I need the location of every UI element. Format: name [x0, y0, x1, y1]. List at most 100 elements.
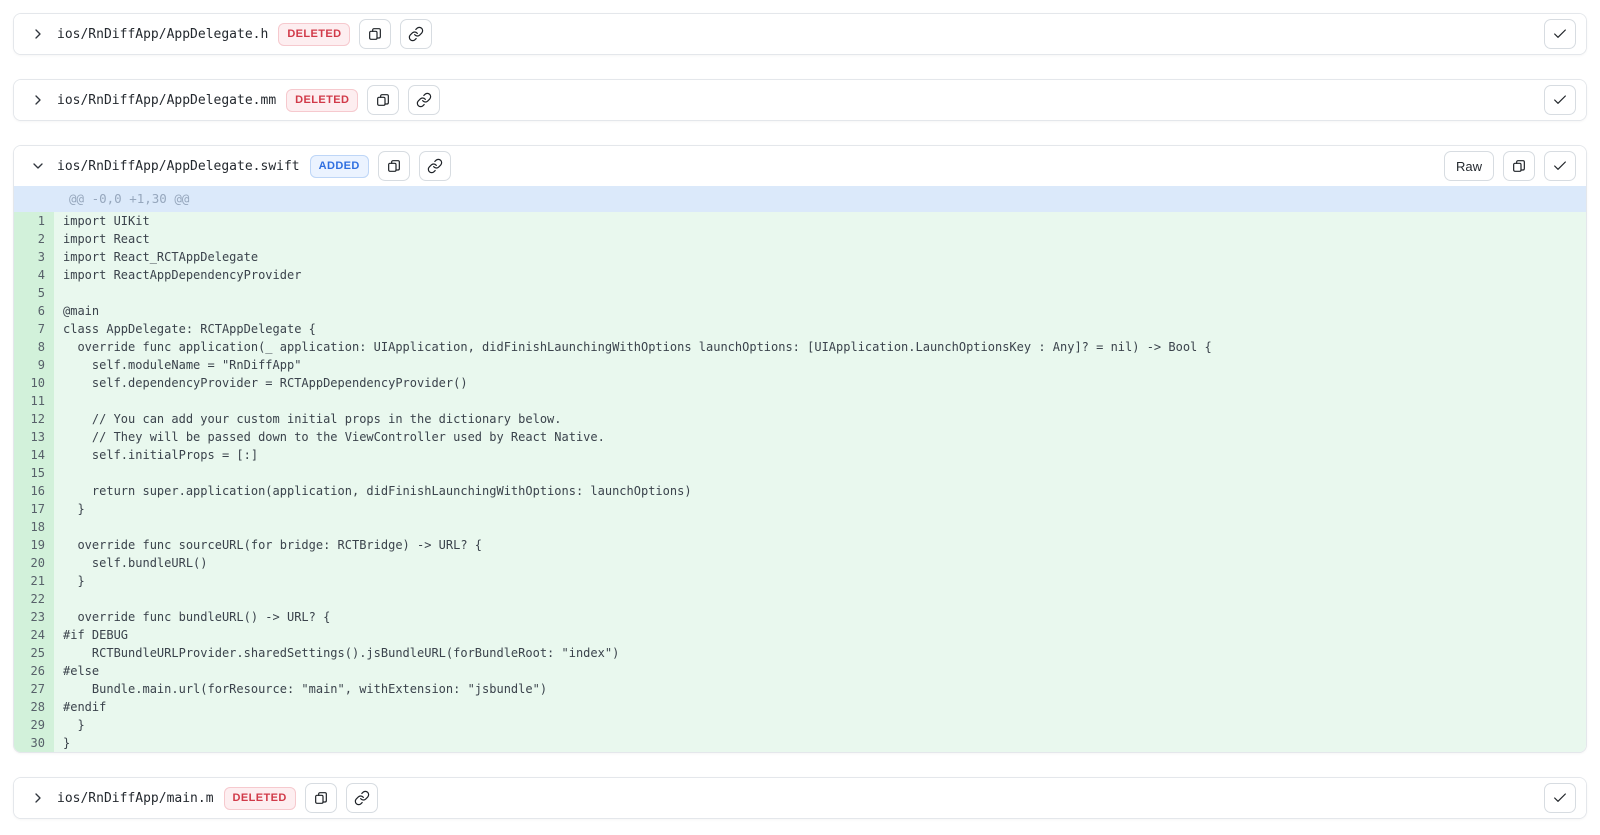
code-block: 1 import UIKit 2 import React 3 import R…: [14, 212, 1586, 752]
file-card: ios/RnDiffApp/AppDelegate.swift ADDED Ra…: [13, 145, 1587, 753]
copy-icon: [1511, 158, 1527, 174]
line-text: self.bundleURL(): [54, 554, 1586, 572]
file-status-badge: DELETED: [278, 23, 350, 46]
code-line: 18: [14, 518, 1586, 536]
line-text: [54, 590, 1586, 608]
line-number: 16: [14, 482, 54, 500]
file-path: ios/RnDiffApp/AppDelegate.h: [57, 27, 268, 42]
copy-path-button[interactable]: [359, 19, 391, 49]
chevron-right-icon[interactable]: [28, 24, 48, 44]
check-icon: [1552, 92, 1568, 108]
line-number: 7: [14, 320, 54, 338]
line-number: 29: [14, 716, 54, 734]
line-text: [54, 284, 1586, 302]
code-line: 13 // They will be passed down to the Vi…: [14, 428, 1586, 446]
line-number: 3: [14, 248, 54, 266]
code-line: 10 self.dependencyProvider = RCTAppDepen…: [14, 374, 1586, 392]
code-line: 27 Bundle.main.url(forResource: "main", …: [14, 680, 1586, 698]
line-number: 24: [14, 626, 54, 644]
file-card: ios/RnDiffApp/AppDelegate.h DELETED: [13, 13, 1587, 55]
line-text: }: [54, 734, 1586, 752]
code-line: 30 }: [14, 734, 1586, 752]
file-header: ios/RnDiffApp/main.m DELETED: [14, 778, 1586, 818]
check-icon: [1552, 26, 1568, 42]
chevron-right-icon[interactable]: [28, 90, 48, 110]
link-icon: [416, 92, 432, 108]
code-line: 2 import React: [14, 230, 1586, 248]
code-line: 21 }: [14, 572, 1586, 590]
code-line: 24 #if DEBUG: [14, 626, 1586, 644]
line-text: }: [54, 716, 1586, 734]
line-text: override func application(_ application:…: [54, 338, 1586, 356]
line-number: 8: [14, 338, 54, 356]
file-path: ios/RnDiffApp/AppDelegate.swift: [57, 159, 300, 174]
line-text: import UIKit: [54, 212, 1586, 230]
link-icon: [354, 790, 370, 806]
mark-complete-button[interactable]: [1544, 151, 1576, 181]
file-card: ios/RnDiffApp/main.m DELETED: [13, 777, 1587, 819]
mark-complete-button[interactable]: [1544, 19, 1576, 49]
check-icon: [1552, 158, 1568, 174]
line-number: 22: [14, 590, 54, 608]
mark-complete-button[interactable]: [1544, 85, 1576, 115]
line-number: 1: [14, 212, 54, 230]
link-button[interactable]: [400, 19, 432, 49]
code-line: 11: [14, 392, 1586, 410]
line-text: return super.application(application, di…: [54, 482, 1586, 500]
link-button[interactable]: [346, 783, 378, 813]
file-header: ios/RnDiffApp/AppDelegate.mm DELETED: [14, 80, 1586, 120]
code-line: 16 return super.application(application,…: [14, 482, 1586, 500]
diff-file-list: ios/RnDiffApp/AppDelegate.h DELETED: [0, 0, 1600, 819]
mark-complete-button[interactable]: [1544, 783, 1576, 813]
code-line: 29 }: [14, 716, 1586, 734]
line-text: override func bundleURL() -> URL? {: [54, 608, 1586, 626]
chevron-down-icon[interactable]: [28, 156, 48, 176]
code-line: 26 #else: [14, 662, 1586, 680]
line-number: 21: [14, 572, 54, 590]
line-text: override func sourceURL(for bridge: RCTB…: [54, 536, 1586, 554]
line-number: 28: [14, 698, 54, 716]
file-path: ios/RnDiffApp/main.m: [57, 791, 214, 806]
link-icon: [408, 26, 424, 42]
link-icon: [427, 158, 443, 174]
code-line: 20 self.bundleURL(): [14, 554, 1586, 572]
line-text: RCTBundleURLProvider.sharedSettings().js…: [54, 644, 1586, 662]
code-line: 28 #endif: [14, 698, 1586, 716]
line-number: 14: [14, 446, 54, 464]
copy-content-button[interactable]: [1503, 151, 1535, 181]
line-text: // You can add your custom initial props…: [54, 410, 1586, 428]
code-line: 22: [14, 590, 1586, 608]
link-button[interactable]: [419, 151, 451, 181]
link-button[interactable]: [408, 85, 440, 115]
line-text: }: [54, 500, 1586, 518]
line-number: 2: [14, 230, 54, 248]
copy-path-button[interactable]: [367, 85, 399, 115]
line-number: 30: [14, 734, 54, 752]
line-text: import React: [54, 230, 1586, 248]
code-line: 17 }: [14, 500, 1586, 518]
file-status-badge: DELETED: [224, 787, 296, 810]
line-text: self.dependencyProvider = RCTAppDependen…: [54, 374, 1586, 392]
line-number: 10: [14, 374, 54, 392]
line-number: 27: [14, 680, 54, 698]
copy-path-button[interactable]: [378, 151, 410, 181]
line-text: self.initialProps = [:]: [54, 446, 1586, 464]
line-number: 20: [14, 554, 54, 572]
line-text: [54, 392, 1586, 410]
code-line: 8 override func application(_ applicatio…: [14, 338, 1586, 356]
raw-button[interactable]: Raw: [1444, 151, 1494, 181]
line-number: 13: [14, 428, 54, 446]
line-text: self.moduleName = "RnDiffApp": [54, 356, 1586, 374]
code-line: 7 class AppDelegate: RCTAppDelegate {: [14, 320, 1586, 338]
line-number: 5: [14, 284, 54, 302]
copy-path-button[interactable]: [305, 783, 337, 813]
file-header: ios/RnDiffApp/AppDelegate.h DELETED: [14, 14, 1586, 54]
copy-icon: [375, 92, 391, 108]
line-number: 15: [14, 464, 54, 482]
chevron-right-icon[interactable]: [28, 788, 48, 808]
check-icon: [1552, 790, 1568, 806]
line-number: 25: [14, 644, 54, 662]
line-number: 17: [14, 500, 54, 518]
code-line: 15: [14, 464, 1586, 482]
code-line: 9 self.moduleName = "RnDiffApp": [14, 356, 1586, 374]
